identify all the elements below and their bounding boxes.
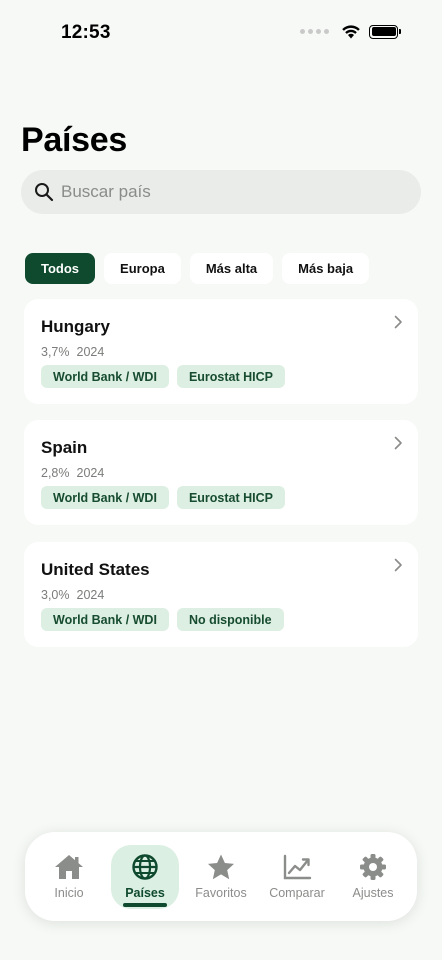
tab-ajustes[interactable]: Ajustes: [339, 845, 407, 909]
source-tag: No disponible: [176, 608, 284, 631]
country-name: Spain: [41, 438, 88, 457]
tab-label: Ajustes: [352, 886, 394, 900]
chevron-right-icon: [393, 315, 403, 329]
country-name: United States: [41, 560, 150, 579]
tab-inicio[interactable]: Inicio: [35, 845, 103, 909]
country-card-hungary[interactable]: Hungary 3,7% 2024 World Bank / WDI Eurost…: [24, 299, 418, 404]
country-card-spain[interactable]: Spain 2,8% 2024 World Bank / WDI Eurostat…: [24, 420, 418, 525]
filter-chip-todos[interactable]: Todos: [25, 253, 96, 284]
filter-chip-europa[interactable]: Europa: [104, 253, 181, 284]
tab-paises[interactable]: Países: [111, 844, 179, 909]
status-time: 12:53: [61, 22, 111, 43]
tab-favoritos[interactable]: Favoritos: [187, 845, 255, 909]
tab-label: Países: [125, 886, 165, 900]
filter-chip-mas-alta[interactable]: Más alta: [189, 253, 274, 284]
country-meta: 2,8% 2024: [41, 466, 104, 480]
inflation-rate: 2,8%: [41, 466, 70, 480]
source-tag: World Bank / WDI: [41, 486, 169, 509]
country-card-united-states[interactable]: United States 3,0% 2024 World Bank / WDI …: [24, 542, 418, 647]
data-year: 2024: [76, 466, 105, 480]
filter-chips: Todos Europa Más alta Más baja: [25, 253, 370, 284]
chevron-right-icon: [393, 558, 403, 572]
tab-label: Favoritos: [195, 886, 247, 900]
source-tags: World Bank / WDI No disponible: [41, 608, 284, 631]
gear-icon: [360, 854, 386, 880]
source-tag: Eurostat HICP: [176, 486, 285, 509]
source-tag: Eurostat HICP: [176, 365, 285, 388]
battery-icon: [369, 24, 401, 39]
chevron-right-icon: [393, 436, 403, 450]
source-tags: World Bank / WDI Eurostat HICP: [41, 365, 285, 388]
tab-label: Inicio: [54, 886, 84, 900]
country-name: Hungary: [41, 317, 110, 336]
cellular-signal-icon: [300, 29, 329, 34]
house-icon: [55, 855, 83, 879]
inflation-rate: 3,7%: [41, 345, 70, 359]
search-icon: [34, 182, 54, 202]
search-bar[interactable]: [21, 170, 421, 214]
country-meta: 3,7% 2024: [41, 345, 104, 359]
tab-bar: Inicio Países Favoritos Comparar Ajustes: [25, 832, 417, 921]
source-tag: World Bank / WDI: [41, 608, 169, 631]
inflation-rate: 3,0%: [41, 588, 70, 602]
globe-icon: [132, 854, 158, 880]
search-input[interactable]: [61, 182, 391, 202]
source-tag: World Bank / WDI: [41, 365, 169, 388]
country-meta: 3,0% 2024: [41, 588, 104, 602]
source-tags: World Bank / WDI Eurostat HICP: [41, 486, 285, 509]
tab-label: Comparar: [269, 886, 325, 900]
status-bar: 12:53: [0, 0, 442, 66]
data-year: 2024: [76, 345, 105, 359]
status-icons: [300, 24, 401, 39]
data-year: 2024: [76, 588, 105, 602]
active-tab-indicator: [123, 902, 167, 907]
wifi-icon: [342, 25, 360, 39]
star-icon: [208, 854, 234, 880]
chart-line-icon: [283, 854, 312, 880]
filter-chip-mas-baja[interactable]: Más baja: [282, 253, 370, 284]
page-title: Países: [21, 121, 127, 159]
tab-comparar[interactable]: Comparar: [263, 845, 331, 909]
